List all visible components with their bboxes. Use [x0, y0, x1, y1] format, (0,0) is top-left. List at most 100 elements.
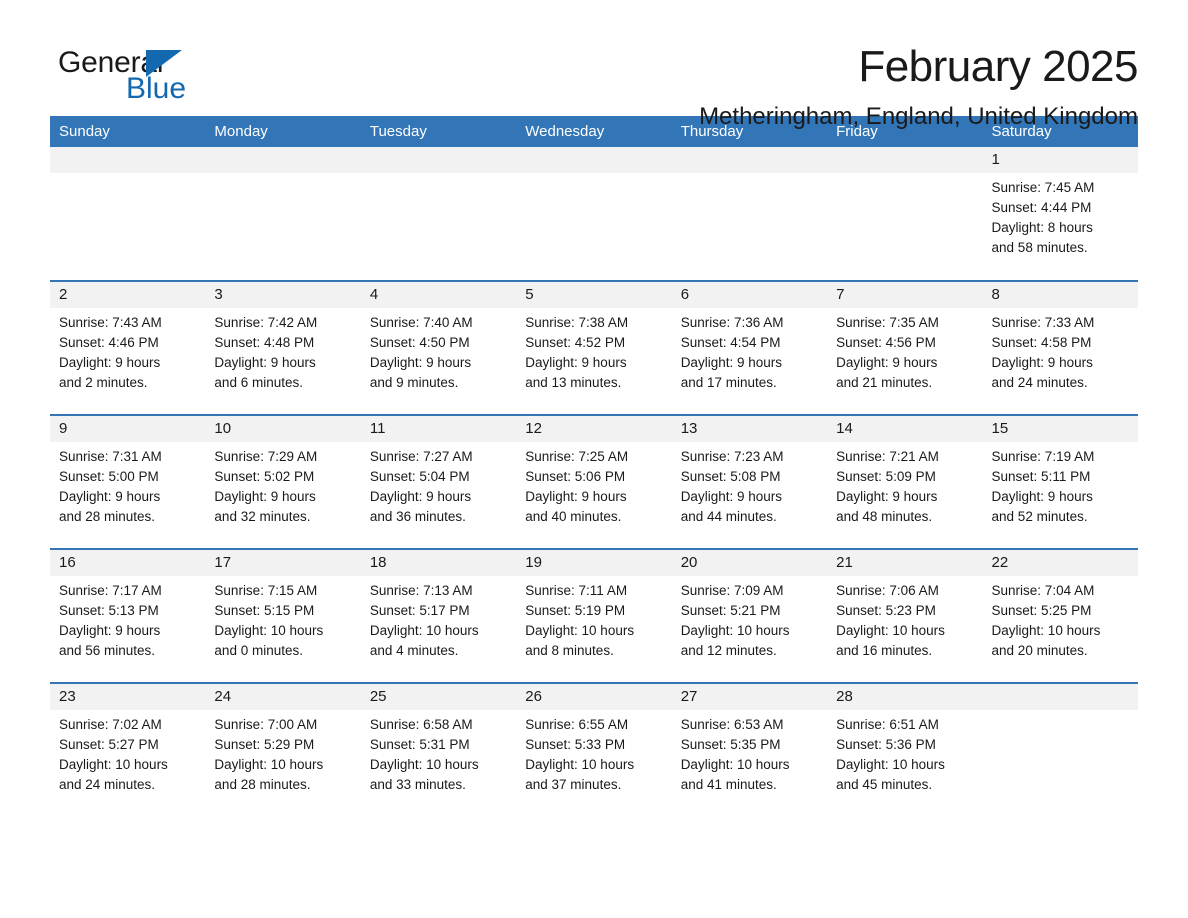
- day-cell[interactable]: [360, 147, 517, 281]
- day-details: Sunrise: 7:02 AM Sunset: 5:27 PM Daylight:…: [50, 710, 205, 795]
- day-number: [50, 147, 206, 173]
- day-cell[interactable]: 3 Sunrise: 7:42 AM Sunset: 4:48 PM Daylight…: [205, 281, 361, 415]
- sunset-text: Sunset: 5:19 PM: [525, 603, 626, 618]
- sunset-text: Sunset: 5:27 PM: [59, 737, 159, 752]
- daylight-text-line1: Daylight: 10 hours: [680, 623, 790, 638]
- day-number: 7: [827, 282, 983, 308]
- day-cell[interactable]: 7 Sunrise: 7:35 AM Sunset: 4:56 PM Daylight…: [827, 281, 983, 415]
- sunset-text: Sunset: 5:35 PM: [680, 737, 781, 752]
- sunset-text: Sunset: 4:48 PM: [214, 335, 315, 350]
- day-cell[interactable]: 17 Sunrise: 7:15 AM Sunset: 5:15 PM Dayligh…: [205, 549, 361, 683]
- daylight-text-line1: Daylight: 9 hours: [59, 623, 161, 638]
- day-number: 9: [50, 416, 206, 442]
- sunrise-text: Sunrise: 7:43 AM: [59, 315, 162, 330]
- day-number: 14: [827, 416, 983, 442]
- day-cell[interactable]: 6 Sunrise: 7:36 AM Sunset: 4:54 PM Daylight…: [671, 281, 828, 415]
- day-number: 28: [827, 684, 983, 710]
- daylight-text-line1: Daylight: 10 hours: [680, 757, 790, 772]
- day-details: Sunrise: 7:40 AM Sunset: 4:50 PM Daylight:…: [361, 308, 516, 393]
- day-cell[interactable]: 5 Sunrise: 7:38 AM Sunset: 4:52 PM Daylight…: [516, 281, 672, 415]
- day-details: [983, 710, 1138, 715]
- day-cell[interactable]: 14 Sunrise: 7:21 AM Sunset: 5:09 PM Dayligh…: [827, 415, 983, 549]
- daylight-text-line2: and 17 minutes.: [680, 375, 777, 390]
- daylight-text-line2: and 16 minutes.: [836, 643, 933, 658]
- day-details: Sunrise: 7:15 AM Sunset: 5:15 PM Daylight:…: [205, 576, 360, 661]
- day-details: [516, 173, 671, 178]
- day-number: 3: [205, 282, 361, 308]
- day-details: Sunrise: 7:35 AM Sunset: 4:56 PM Daylight:…: [827, 308, 982, 393]
- day-cell[interactable]: 1 Sunrise: 7:45 AM Sunset: 4:44 PM Daylight…: [982, 147, 1138, 281]
- day-cell[interactable]: [982, 683, 1138, 817]
- sunset-text: Sunset: 5:29 PM: [214, 737, 315, 752]
- day-cell[interactable]: 13 Sunrise: 7:23 AM Sunset: 5:08 PM Dayligh…: [671, 415, 828, 549]
- day-cell[interactable]: 18 Sunrise: 7:13 AM Sunset: 5:17 PM Dayligh…: [360, 549, 517, 683]
- day-cell[interactable]: 8 Sunrise: 7:33 AM Sunset: 4:58 PM Daylight…: [982, 281, 1138, 415]
- sunrise-text: Sunrise: 7:31 AM: [59, 449, 162, 464]
- sunset-text: Sunset: 5:21 PM: [680, 603, 781, 618]
- day-details: Sunrise: 7:09 AM Sunset: 5:21 PM Daylight:…: [672, 576, 827, 661]
- day-cell[interactable]: 27 Sunrise: 6:53 AM Sunset: 5:35 PM Dayligh…: [671, 683, 828, 817]
- sunrise-text: Sunrise: 7:35 AM: [836, 315, 939, 330]
- day-cell[interactable]: 19 Sunrise: 7:11 AM Sunset: 5:19 PM Dayligh…: [516, 549, 672, 683]
- day-cell[interactable]: 22 Sunrise: 7:04 AM Sunset: 5:25 PM Dayligh…: [982, 549, 1138, 683]
- daylight-text-line1: Daylight: 10 hours: [369, 623, 479, 638]
- day-details: Sunrise: 7:38 AM Sunset: 4:52 PM Daylight:…: [516, 308, 671, 393]
- sunset-text: Sunset: 5:15 PM: [214, 603, 315, 618]
- day-cell[interactable]: 26 Sunrise: 6:55 AM Sunset: 5:33 PM Dayligh…: [516, 683, 672, 817]
- daylight-text-line1: Daylight: 9 hours: [369, 489, 472, 504]
- daylight-text-line2: and 0 minutes.: [214, 643, 303, 658]
- day-details: Sunrise: 7:23 AM Sunset: 5:08 PM Daylight:…: [672, 442, 827, 527]
- daylight-text-line2: and 12 minutes.: [680, 643, 777, 658]
- day-number: 21: [827, 550, 983, 576]
- logo-text-blue: Blue: [126, 72, 187, 105]
- daylight-text-line2: and 48 minutes.: [836, 509, 933, 524]
- day-cell[interactable]: 28 Sunrise: 6:51 AM Sunset: 5:36 PM Dayligh…: [827, 683, 983, 817]
- daylight-text-line2: and 33 minutes.: [369, 777, 466, 792]
- day-number: 12: [516, 416, 672, 442]
- day-cell[interactable]: 20 Sunrise: 7:09 AM Sunset: 5:21 PM Dayligh…: [671, 549, 828, 683]
- daylight-text-line2: and 37 minutes.: [525, 777, 622, 792]
- day-number: [827, 147, 983, 173]
- daylight-text-line2: and 24 minutes.: [59, 777, 156, 792]
- day-cell[interactable]: 23 Sunrise: 7:02 AM Sunset: 5:27 PM Dayligh…: [50, 683, 206, 817]
- day-cell[interactable]: 4 Sunrise: 7:40 AM Sunset: 4:50 PM Daylight…: [360, 281, 517, 415]
- day-cell[interactable]: [827, 147, 983, 281]
- daylight-text-line1: Daylight: 10 hours: [525, 757, 635, 772]
- day-cell[interactable]: 16 Sunrise: 7:17 AM Sunset: 5:13 PM Dayligh…: [50, 549, 206, 683]
- day-number: [982, 684, 1138, 710]
- day-cell[interactable]: [671, 147, 828, 281]
- daylight-text-line1: Daylight: 10 hours: [991, 623, 1101, 638]
- sunrise-text: Sunrise: 7:13 AM: [369, 583, 473, 598]
- week-row: 23 Sunrise: 7:02 AM Sunset: 5:27 PM Dayligh…: [50, 683, 1138, 817]
- day-cell[interactable]: 24 Sunrise: 7:00 AM Sunset: 5:29 PM Dayligh…: [205, 683, 361, 817]
- day-cell[interactable]: 10 Sunrise: 7:29 AM Sunset: 5:02 PM Dayligh…: [205, 415, 361, 549]
- page-title: February 2025: [858, 42, 1138, 91]
- day-cell[interactable]: 9 Sunrise: 7:31 AM Sunset: 5:00 PM Daylight…: [50, 415, 206, 549]
- day-cell[interactable]: 2 Sunrise: 7:43 AM Sunset: 4:46 PM Daylight…: [50, 281, 206, 415]
- day-cell[interactable]: [516, 147, 672, 281]
- sunrise-text: Sunrise: 6:58 AM: [369, 717, 473, 732]
- day-cell[interactable]: 21 Sunrise: 7:06 AM Sunset: 5:23 PM Dayligh…: [827, 549, 983, 683]
- sunrise-text: Sunrise: 7:40 AM: [369, 315, 473, 330]
- daylight-text-line2: and 58 minutes.: [991, 240, 1088, 255]
- day-cell[interactable]: 11 Sunrise: 7:27 AM Sunset: 5:04 PM Dayligh…: [360, 415, 517, 549]
- day-number: 26: [516, 684, 672, 710]
- sunrise-text: Sunrise: 7:33 AM: [991, 315, 1095, 330]
- day-cell[interactable]: 12 Sunrise: 7:25 AM Sunset: 5:06 PM Dayligh…: [516, 415, 672, 549]
- daylight-text-line2: and 13 minutes.: [525, 375, 622, 390]
- day-cell[interactable]: [205, 147, 361, 281]
- sunrise-text: Sunrise: 7:04 AM: [991, 583, 1095, 598]
- daylight-text-line1: Daylight: 10 hours: [836, 757, 945, 772]
- day-cell[interactable]: 25 Sunrise: 6:58 AM Sunset: 5:31 PM Dayligh…: [360, 683, 517, 817]
- day-cell[interactable]: 15 Sunrise: 7:19 AM Sunset: 5:11 PM Dayligh…: [982, 415, 1138, 549]
- day-number: 24: [205, 684, 361, 710]
- day-cell[interactable]: [50, 147, 206, 281]
- calendar-page: General Blue February 2025 Metheringham,…: [0, 0, 1188, 918]
- daylight-text-line2: and 45 minutes.: [836, 777, 933, 792]
- day-number: 17: [205, 550, 361, 576]
- day-details: [361, 173, 516, 178]
- general-blue-logo[interactable]: General Blue: [50, 42, 200, 104]
- day-number: 20: [671, 550, 828, 576]
- sunset-text: Sunset: 5:13 PM: [59, 603, 159, 618]
- day-number: [516, 147, 672, 173]
